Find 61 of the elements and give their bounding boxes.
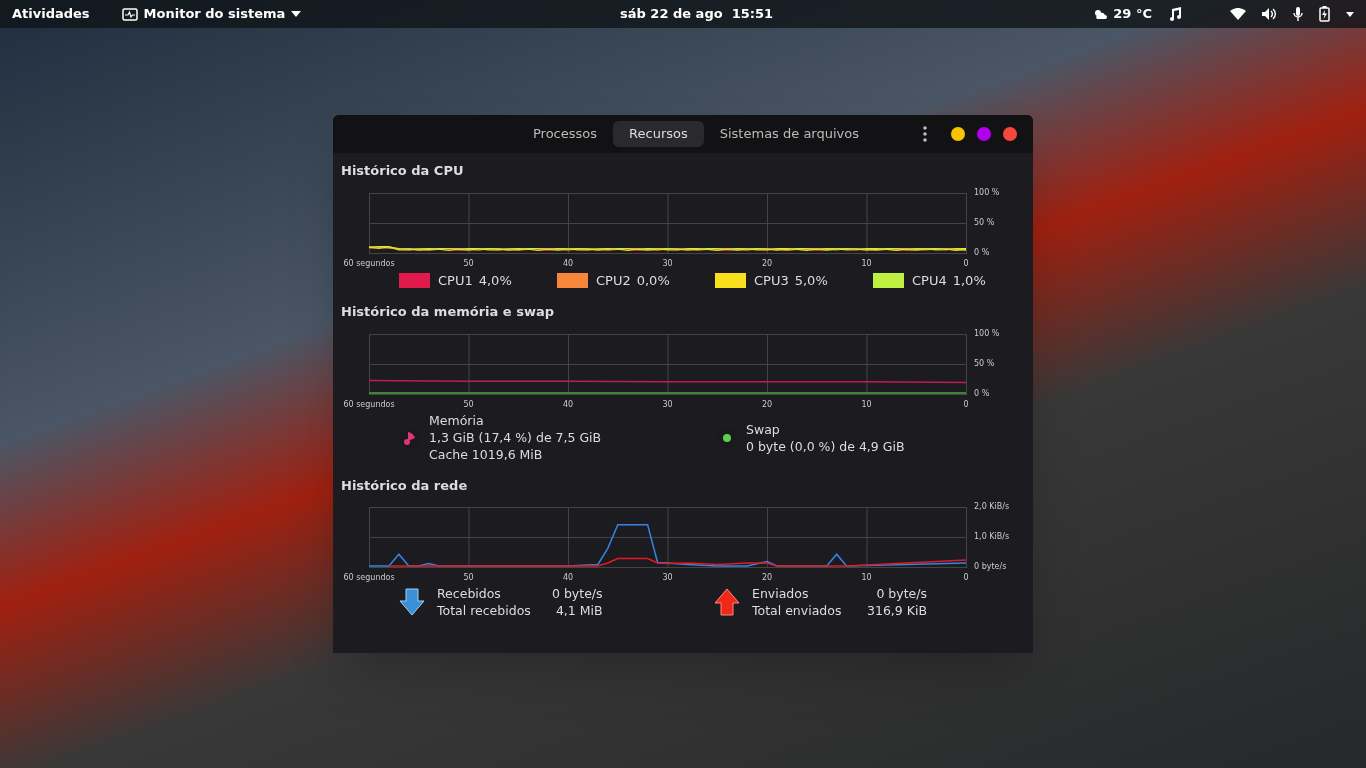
network-label: Enviados (752, 585, 810, 602)
memory-label: Swap (746, 420, 781, 438)
legend-value: 0,0% (636, 271, 670, 290)
network-label: Total enviados (752, 602, 843, 619)
x-tick-label: 0 (963, 400, 969, 409)
legend-value: 4,0% (478, 271, 512, 290)
memory-detail: 1,3 GiB (17,4 %) de 7,5 GiB (429, 429, 602, 446)
legend-label: CPU4 (912, 271, 947, 290)
section-title: Histórico da CPU (340, 162, 465, 180)
weather-indicator[interactable]: 29 °C (1093, 4, 1152, 24)
section-title: Histórico da rede (340, 476, 469, 495)
y-tick-label: 50 % (974, 359, 995, 368)
x-tick-label: 50 (463, 259, 474, 268)
x-tick-label: 0 (963, 259, 969, 268)
x-tick-label: 20 (761, 574, 773, 582)
legend-label: CPU2 (596, 271, 631, 290)
network-value: 4,1 MiB (554, 602, 603, 619)
memory-label: Memória (429, 412, 485, 429)
legend-label: CPU3 (754, 271, 789, 290)
x-tick-label: 0 (963, 574, 969, 582)
tab[interactable]: Sistemas de arquivos (707, 121, 871, 147)
x-tick-label: 10 (861, 574, 872, 582)
y-tick-label: 100 % (974, 188, 1000, 197)
x-tick-label: 50 (463, 400, 474, 409)
x-tick-label: 60 segundos (343, 259, 395, 268)
x-tick-label: 40 (562, 400, 574, 409)
legend-value: 5,0% (794, 271, 828, 290)
x-tick-label: 10 (861, 400, 872, 409)
activities-button[interactable]: Atividades (12, 4, 90, 24)
network-label: Total recebidos (437, 602, 532, 619)
network-label: Recebidos (437, 585, 502, 602)
network-value: 316,9 KiB (867, 602, 927, 619)
x-tick-label: 30 (662, 259, 673, 268)
tab[interactable]: Processos (521, 121, 610, 147)
y-tick-label: 0 % (974, 248, 990, 257)
x-tick-label: 50 (463, 574, 474, 582)
app-menu[interactable]: Monitor do sistema (121, 4, 302, 24)
y-tick-label: 0 % (974, 389, 990, 398)
y-tick-label: 1,0 KiB/s (974, 533, 1010, 541)
x-tick-label: 30 (662, 400, 673, 409)
tab[interactable]: Recursos (613, 121, 704, 147)
legend-value: 1,0% (952, 271, 986, 290)
clock[interactable]: sáb 22 de ago 15:51 (620, 4, 774, 24)
x-tick-label: 20 (761, 259, 773, 268)
x-tick-label: 20 (761, 400, 773, 409)
x-tick-label: 40 (562, 259, 574, 268)
y-tick-label: 2,0 KiB/s (974, 503, 1010, 511)
x-tick-label: 10 (861, 259, 872, 268)
x-tick-label: 60 segundos (343, 400, 395, 409)
y-tick-label: 50 % (974, 218, 995, 227)
legend-label: CPU1 (438, 271, 473, 290)
x-tick-label: 40 (562, 574, 574, 582)
y-tick-label: 0 byte/s (974, 563, 1007, 571)
memory-detail: Cache 1019,6 MiB (429, 446, 544, 463)
y-tick-label: 100 % (974, 329, 1000, 338)
memory-detail: 0 byte (0,0 %) de 4,9 GiB (746, 437, 905, 455)
network-value: 0 byte/s (552, 585, 603, 602)
network-value: 0 byte/s (875, 585, 927, 602)
x-tick-label: 30 (662, 574, 673, 582)
x-tick-label: 60 segundos (343, 574, 395, 582)
section-title: Histórico da memória e swap (340, 303, 556, 321)
